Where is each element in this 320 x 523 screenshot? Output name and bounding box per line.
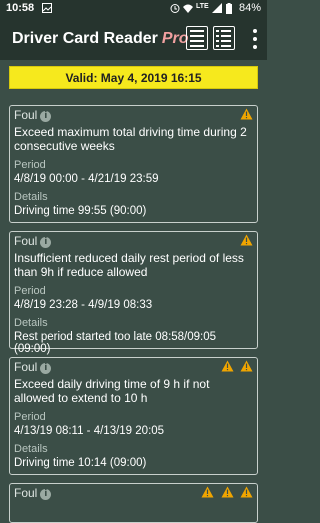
info-icon[interactable]: i: [40, 363, 52, 374]
app-bar: Driver Card Reader Pro: [0, 18, 267, 60]
card-type: Foul: [14, 360, 38, 374]
details-value: Rest period started too late 08:58/09:05…: [14, 331, 217, 355]
foul-card[interactable]: Foul i Exceed daily driving time of 9 h i…: [9, 357, 258, 475]
network-type: LTE: [196, 3, 209, 10]
violation-description: Exceed daily driving time of 9 h if not …: [14, 377, 210, 405]
battery-percent: 84%: [238, 2, 261, 14]
warning-icons: [198, 486, 253, 500]
image-notification-icon: [42, 3, 52, 13]
status-time: 10:58: [6, 2, 35, 14]
warning-icons: [237, 234, 253, 248]
wifi-icon: [183, 4, 193, 13]
details-value: Driving time 10:14 (09:00): [14, 457, 147, 469]
app-title: Driver Card Reader Pro: [12, 30, 189, 48]
period-label: Period: [14, 411, 46, 423]
signal-icon: [212, 3, 222, 13]
foul-card[interactable]: Foul i: [9, 483, 258, 523]
list-view-button[interactable]: [213, 26, 235, 50]
grid-view-button[interactable]: [186, 26, 208, 50]
foul-card[interactable]: Foul i Insufficient reduced daily rest pe…: [9, 231, 258, 355]
info-icon[interactable]: i: [40, 111, 52, 122]
violation-description: Insufficient reduced daily rest period o…: [14, 251, 244, 279]
battery-icon: [226, 3, 232, 14]
warning-icon: [240, 108, 253, 120]
warning-icons: [237, 108, 253, 122]
warning-icon: [221, 486, 234, 498]
details-value: Driving time 99:55 (90:00): [14, 205, 147, 217]
period-value: 4/8/19 00:00 - 4/21/19 23:59: [14, 173, 159, 185]
warning-icon: [201, 486, 214, 498]
card-type: Foul: [14, 486, 38, 500]
violation-description: Exceed maximum total driving time during…: [14, 125, 247, 153]
period-value: 4/8/19 23:28 - 4/9/19 08:33: [14, 299, 153, 311]
warning-icon: [240, 486, 253, 498]
app-title-text: Driver Card Reader: [12, 30, 158, 47]
alarm-icon: [170, 4, 180, 13]
card-type: Foul: [14, 234, 38, 248]
info-icon[interactable]: i: [40, 489, 52, 500]
details-label: Details: [14, 317, 48, 329]
foul-card[interactable]: Foul i Exceed maximum total driving time …: [9, 105, 258, 223]
warning-icon: [221, 360, 234, 372]
status-bar: 10:58 LTE 84%: [0, 0, 267, 18]
card-type: Foul: [14, 108, 38, 122]
warning-icon: [240, 234, 253, 246]
app-title-suffix: Pro: [161, 30, 189, 47]
period-label: Period: [14, 159, 46, 171]
period-label: Period: [14, 285, 46, 297]
warning-icon: [240, 360, 253, 372]
info-icon[interactable]: i: [40, 237, 52, 248]
validity-banner: Valid: May 4, 2019 16:15: [9, 66, 258, 89]
details-label: Details: [14, 443, 48, 455]
warning-icons: [218, 360, 253, 374]
overflow-menu-button[interactable]: [249, 28, 261, 50]
details-label: Details: [14, 191, 48, 203]
period-value: 4/13/19 08:11 - 4/13/19 20:05: [14, 425, 165, 437]
